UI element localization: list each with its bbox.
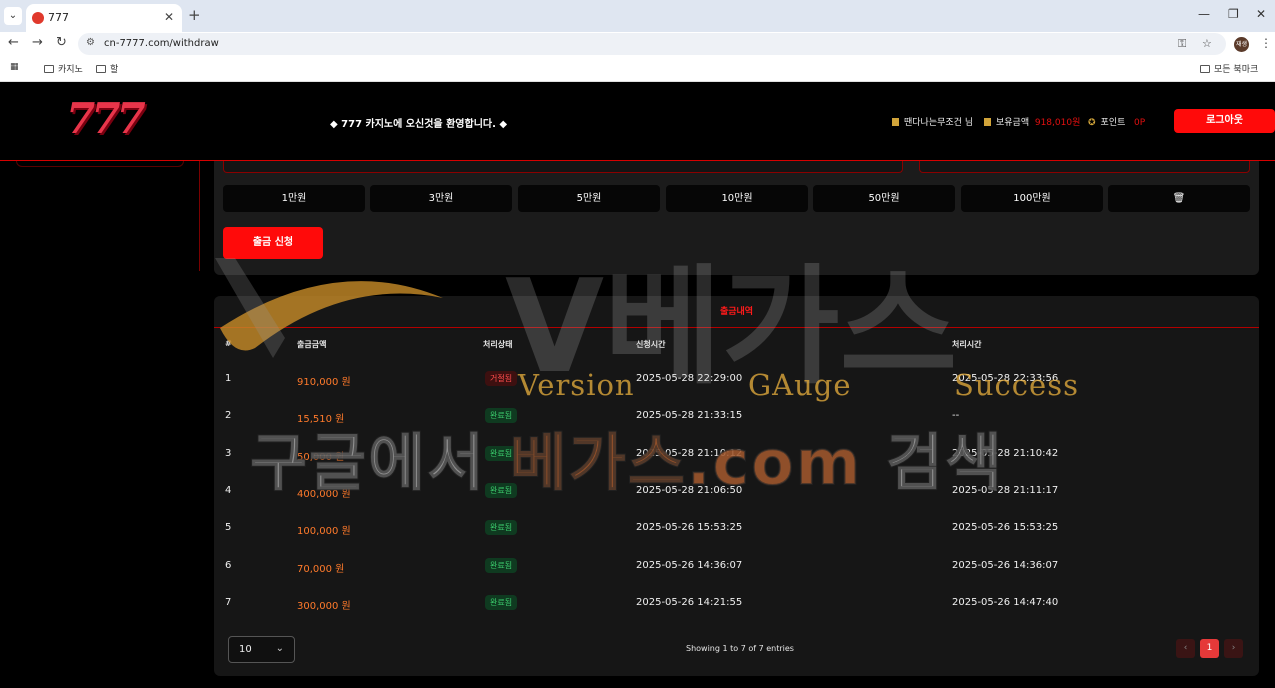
welcome-message: ◆ 777 카지노에 오신것을 환영합니다. ◆ [330, 119, 508, 130]
trash-icon: 🗑 [1172, 193, 1186, 204]
browser-tabstrip: ⌄ 777 ✕ + — ❐ ✕ [0, 0, 1275, 32]
row-number: 3 [225, 447, 232, 459]
address-url: cn-7777.com/withdraw [104, 38, 219, 49]
row-number: 2 [225, 410, 232, 422]
amount-input[interactable] [223, 161, 903, 173]
row-processed-time: 2025-05-26 14:47:40 [952, 596, 1059, 608]
username: 땐다나는무조건 님 [892, 115, 973, 128]
address-bar[interactable]: ⚙ cn-7777.com/withdraw ⚿ ☆ [78, 33, 1226, 55]
table-row: 5 100,000 원 완료됨 2025-05-26 15:53:25 2025-05-… [214, 509, 1259, 546]
logout-button[interactable]: 로그아웃 [1174, 109, 1275, 133]
row-requested-time: 2025-05-26 15:53:25 [636, 522, 743, 534]
folder-icon [1200, 65, 1210, 73]
row-number: 4 [225, 484, 232, 496]
page-1-button[interactable]: 1 [1200, 639, 1219, 658]
folder-icon [96, 65, 106, 73]
browser-tab[interactable]: 777 ✕ [26, 4, 182, 32]
balance: 보유금액 918,010원 [984, 115, 1080, 128]
row-amount: 70,000 원 [297, 563, 345, 575]
coin-icon: ✪ [1088, 118, 1096, 128]
watermark-word-gauge: GAuge [748, 368, 852, 402]
withdraw-submit-button[interactable]: 출금 신청 [223, 227, 323, 259]
row-number: 7 [225, 596, 232, 608]
status-badge: 완료됨 [485, 557, 518, 573]
minimize-icon[interactable]: — [1198, 7, 1210, 21]
status-badge: 완료됨 [485, 594, 518, 610]
table-row: 6 70,000 원 완료됨 2025-05-26 14:36:07 2025-05-2… [214, 547, 1259, 584]
tab-title: 777 [48, 11, 69, 24]
watermark-search-text: 구글에서 베가스.com 검색 [249, 425, 1005, 500]
password-key-icon[interactable]: ⚿ [1178, 37, 1186, 51]
row-processed-time: 2025-05-26 15:53:25 [952, 522, 1059, 534]
page-size-select[interactable]: 10 ⌄ [228, 636, 295, 663]
amount-button-10k[interactable]: 1만원 [223, 185, 365, 212]
forward-icon[interactable]: → [32, 35, 43, 50]
status-badge: 완료됨 [485, 520, 518, 536]
row-amount: 100,000 원 [297, 526, 351, 538]
restore-icon[interactable]: ❐ [1228, 7, 1239, 21]
site-header: 777 ◆ 777 카지노에 오신것을 환영합니다. ◆ 땐다나는무조건 님 보… [0, 82, 1275, 161]
sidebar-menu-edge [16, 161, 184, 167]
user-icon [892, 118, 899, 126]
row-requested-time: 2025-05-26 14:21:55 [636, 596, 743, 608]
row-amount: 300,000 원 [297, 600, 351, 612]
wallet-icon [984, 118, 991, 126]
bookmark-hal[interactable]: 할 [96, 62, 118, 75]
entries-info: Showing 1 to 7 of 7 entries [686, 644, 794, 653]
prev-page-button[interactable]: ‹ [1176, 639, 1195, 658]
clear-amount-button[interactable]: 🗑 [1108, 185, 1250, 212]
points: ✪ 포인트 0P [1088, 118, 1146, 128]
tab-close-icon[interactable]: ✕ [164, 10, 174, 24]
sidebar-divider [199, 161, 200, 271]
browser-toolbar: ← → ↻ ⚙ cn-7777.com/withdraw ⚿ ☆ 재생 ⋮ [0, 32, 1275, 56]
row-number: 6 [225, 559, 232, 571]
profile-avatar[interactable]: 재생 [1234, 37, 1249, 52]
chevron-down-icon: ⌄ [275, 643, 284, 654]
window-close-icon[interactable]: ✕ [1256, 7, 1266, 21]
row-processed-time: 2025-05-26 14:36:07 [952, 559, 1059, 571]
tab-search-icon[interactable]: ⌄ [4, 7, 22, 25]
amount-button-500k[interactable]: 50만원 [813, 185, 955, 212]
table-row: 7 300,000 원 완료됨 2025-05-26 14:21:55 2025-05-… [214, 584, 1259, 621]
site-info-icon[interactable]: ⚙ [86, 37, 95, 48]
amount-button-50k[interactable]: 5만원 [518, 185, 660, 212]
amount-button-30k[interactable]: 3만원 [370, 185, 512, 212]
tab-favicon-icon [32, 12, 44, 24]
amount-button-100k[interactable]: 10만원 [666, 185, 808, 212]
watermark-word-success: Success [954, 368, 1079, 402]
amount-button-1m[interactable]: 100만원 [961, 185, 1103, 212]
apps-grid-icon[interactable]: ▦ [10, 62, 19, 72]
site-logo[interactable]: 777 [66, 94, 146, 143]
row-number: 1 [225, 373, 232, 384]
bookmark-casino[interactable]: 카지노 [44, 62, 83, 75]
watermark-word-version: Version [518, 368, 635, 402]
back-icon[interactable]: ← [8, 35, 19, 50]
row-number: 5 [225, 522, 232, 534]
row-amount: 910,000 원 [297, 377, 351, 388]
password-input[interactable] [919, 161, 1250, 173]
folder-icon [44, 65, 54, 73]
reload-icon[interactable]: ↻ [56, 35, 67, 50]
bookmark-star-icon[interactable]: ☆ [1202, 37, 1212, 50]
next-page-button[interactable]: › [1224, 639, 1243, 658]
all-bookmarks[interactable]: 모든 북마크 [1200, 62, 1258, 75]
row-requested-time: 2025-05-26 14:36:07 [636, 559, 743, 571]
bookmarks-bar: ▦ 카지노 할 모든 북마크 [0, 56, 1275, 82]
watermark-swoosh-icon [215, 258, 443, 358]
new-tab-icon[interactable]: + [188, 6, 201, 24]
page-size-value: 10 [239, 644, 252, 655]
browser-menu-icon[interactable]: ⋮ [1260, 36, 1272, 50]
